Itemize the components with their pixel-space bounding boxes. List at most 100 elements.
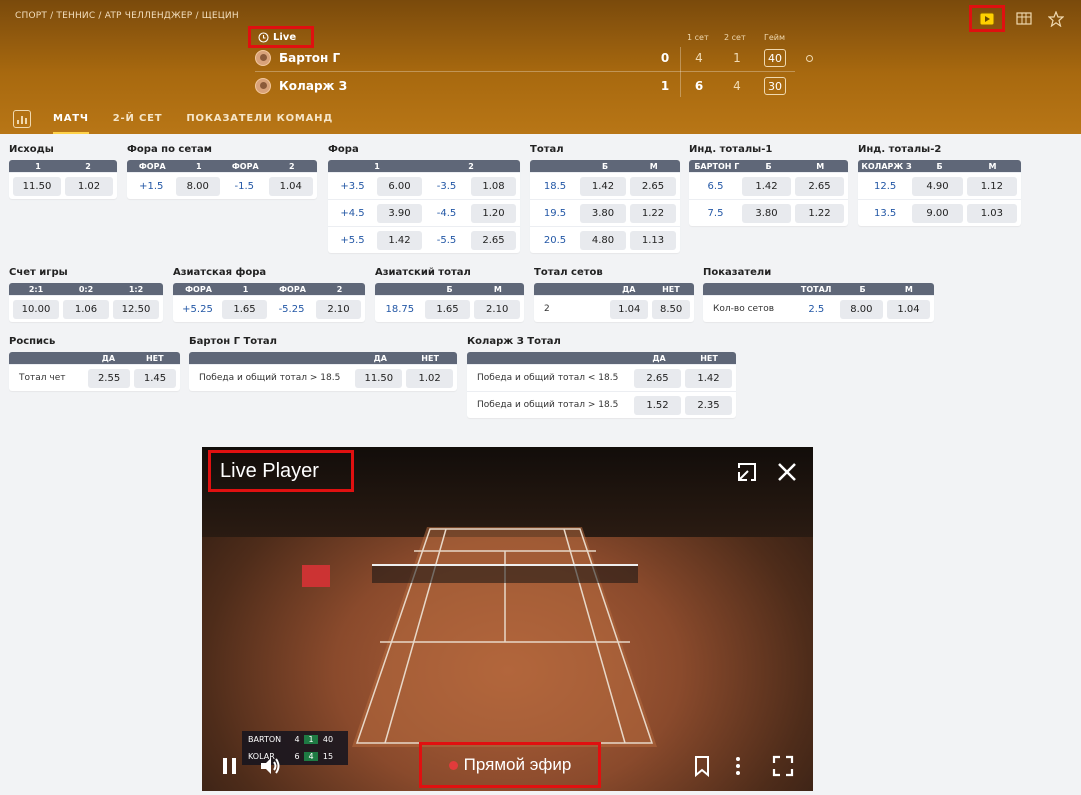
market-barton-total: Бартон Г Тотал ДА НЕТ Победа и общий тота… [189,336,457,391]
odd-button[interactable]: 11.50 [13,176,61,196]
live-player[interactable]: Live Player BARTON 4 1 40 KOLAR 6 4 15 Прямой … [202,447,813,791]
odd-button[interactable]: 12.50 [113,299,159,319]
tab-match[interactable]: МАТЧ [41,103,101,134]
odd-button[interactable]: 9.00 [912,203,963,223]
market-title: Фора по сетам [127,144,212,155]
odd-button[interactable]: 1.02 [65,176,113,196]
market-total: Тотал БМ 18.5 1.42 2.65 19.5 3.80 1.22 2… [530,144,680,253]
market-kolar-total: Коларж З Тотал ДА НЕТ Победа и общий тота… [467,336,736,418]
odd-button[interactable]: 2.10 [474,299,521,319]
odd-button[interactable]: 2.65 [630,176,676,196]
player-row-2: Коларж З 1 6 4 30 [255,73,795,99]
set1-score: 4 [695,51,703,65]
odd-button[interactable]: 3.90 [377,203,422,223]
set1-header: 1 сет [687,33,709,42]
market-title: Коларж З Тотал [467,336,561,347]
set2-header: 2 сет [724,33,746,42]
odd-button[interactable]: 1.22 [795,203,844,223]
market-total-sets: Тотал сетов ДА НЕТ 2 1.04 8.50 [534,267,694,322]
market-rospis: Роспись ДА НЕТ Тотал чет 2.55 1.45 [9,336,180,391]
odd-button[interactable]: 4.90 [912,176,963,196]
market-ishody: Исходы 12 11.50 1.02 [9,144,117,199]
sets-won: 1 [660,79,670,93]
odd-button[interactable]: 1.42 [685,368,732,388]
market-title: Азиатский тотал [375,267,471,278]
game-score: 30 [764,77,786,95]
market-title: Инд. тоталы-1 [689,144,773,155]
game-score: 40 [764,49,786,67]
market-asian-handicap: Азиатская фора ФОРА 1 ФОРА 2 +5.25 1.65 -5.… [173,267,365,322]
sets-won: 0 [660,51,670,65]
odd-button[interactable]: 3.80 [742,203,791,223]
avatar [255,78,271,94]
live-label: Live [273,31,297,43]
odd-button[interactable]: 8.50 [652,299,691,319]
odd-button[interactable]: 1.03 [966,203,1017,223]
bookmark-icon[interactable] [691,754,713,783]
odd-button[interactable]: 11.50 [355,368,403,388]
odd-button[interactable]: 1.02 [406,368,454,388]
odd-button[interactable]: 1.06 [63,299,109,319]
market-title: Тотал сетов [534,267,603,278]
market-asian-total: Азиатский тотал БМ 18.75 1.65 2.10 [375,267,524,322]
pause-icon[interactable] [220,755,240,782]
match-header: СПОРТ / ТЕННИС / ATP ЧЕЛЛЕНДЖЕР / ЩЕЦИН … [0,0,1081,134]
odd-button[interactable]: 1.22 [630,203,676,223]
odd-button[interactable]: 1.65 [222,299,267,319]
scoreboard-icon[interactable] [1011,8,1037,30]
odd-button[interactable]: 1.65 [424,299,471,319]
breadcrumb[interactable]: СПОРТ / ТЕННИС / ATP ЧЕЛЛЕНДЖЕР / ЩЕЦИН [15,11,239,21]
odd-button[interactable]: 1.20 [471,203,516,223]
market-fora: Фора 12 +3.5 6.00 -3.5 1.08 +4.5 3.90 -4… [328,144,520,253]
odd-button[interactable]: 1.04 [610,299,649,319]
odd-button[interactable]: 2.65 [634,368,682,388]
market-fora-sets: Фора по сетам ФОРА 1 ФОРА 2 +1.5 8.00 -1.5 … [127,144,317,199]
odd-button[interactable]: 8.00 [175,176,220,196]
odd-button[interactable]: 10.00 [13,299,59,319]
more-options-icon[interactable] [732,754,744,783]
fullscreen-icon[interactable] [771,754,795,783]
odd-button[interactable]: 2.35 [685,395,732,415]
handicap-value: +1.5 [139,180,164,192]
video-stream-icon[interactable] [969,5,1005,32]
favorite-star-icon[interactable] [1043,8,1069,30]
live-broadcast-label: Прямой эфир [463,755,572,774]
odd-button[interactable]: 1.12 [966,176,1017,196]
odd-button[interactable]: 2.65 [471,230,516,250]
market-title: Счет игры [9,267,68,278]
odd-button[interactable]: 2.55 [88,368,131,388]
odd-button[interactable]: 1.04 [886,299,930,319]
odd-button[interactable]: 2.65 [795,176,844,196]
tab-team-stats[interactable]: ПОКАЗАТЕЛИ КОМАНД [174,103,345,134]
odd-button[interactable]: 1.42 [580,176,626,196]
clock-icon [258,31,269,43]
odd-button[interactable]: 1.45 [134,368,176,388]
odd-button[interactable]: 1.42 [377,230,422,250]
odd-button[interactable]: 3.80 [580,203,626,223]
live-broadcast-indicator: Прямой эфир [419,742,601,788]
set1-score: 6 [694,79,704,93]
avatar [255,50,271,66]
close-icon[interactable] [775,460,799,489]
live-dot-icon [448,760,458,770]
market-indicators: Показатели ТОТАЛ Б М Кол-во сетов 2.5 8.00… [703,267,934,322]
odd-button[interactable]: 6.00 [377,176,422,196]
tab-second-set[interactable]: 2-Й СЕТ [101,103,175,134]
header-actions [969,5,1069,32]
odd-button[interactable]: 4.80 [580,230,626,250]
odd-button[interactable]: 1.08 [471,176,516,196]
set2-score: 4 [733,79,741,93]
volume-icon[interactable] [258,754,282,783]
market-tabs: МАТЧ 2-Й СЕТ ПОКАЗАТЕЛИ КОМАНД [0,103,1081,134]
odd-button[interactable]: 1.42 [742,176,791,196]
market-title: Роспись [9,336,56,347]
popout-icon[interactable] [735,460,759,489]
stats-icon[interactable] [13,109,31,128]
odd-button[interactable]: 1.04 [268,176,313,196]
market-title: Тотал [530,144,564,155]
odd-button[interactable]: 8.00 [839,299,883,319]
odd-button[interactable]: 1.13 [630,230,676,250]
odd-button[interactable]: 2.10 [316,299,361,319]
odd-button[interactable]: 1.52 [634,395,682,415]
player-name: Коларж З [279,79,348,93]
